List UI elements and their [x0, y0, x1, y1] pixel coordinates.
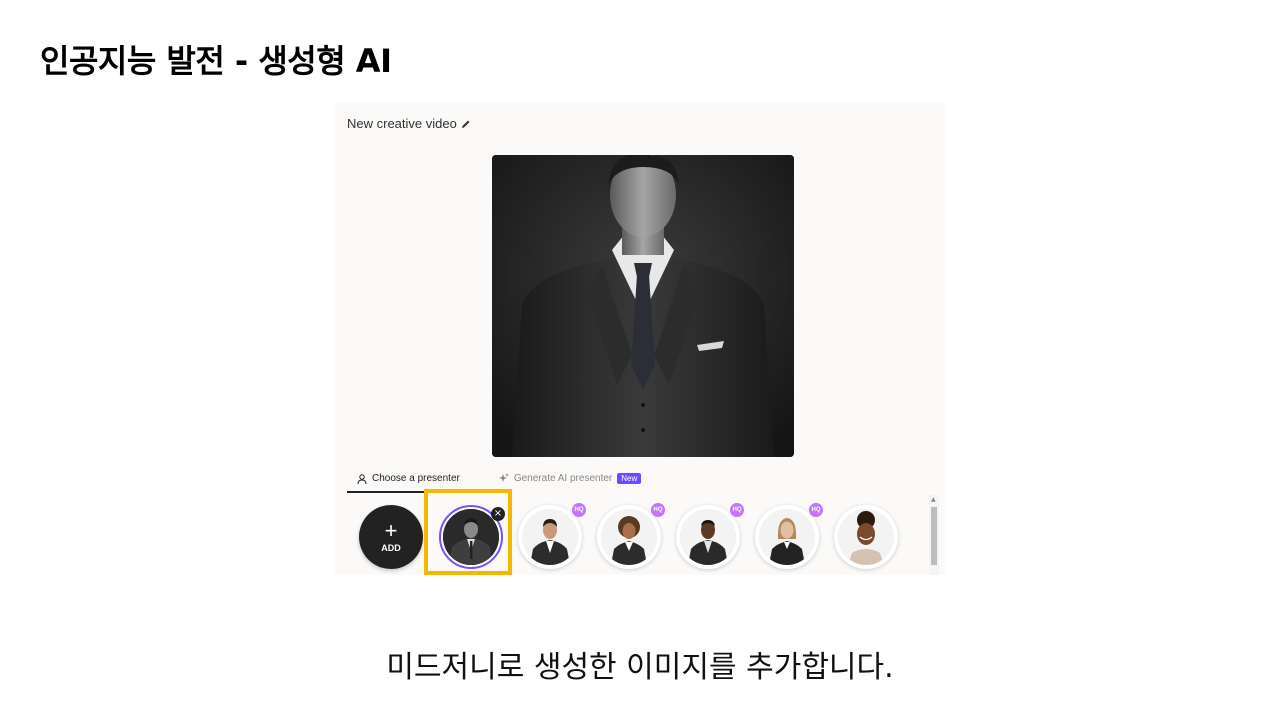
- avatar-image: [443, 509, 499, 565]
- remove-presenter-close-icon[interactable]: ×: [491, 507, 505, 521]
- presenter-tabs: Choose a presenter Generate AI presenter…: [347, 471, 642, 495]
- scrollbar[interactable]: ▲: [929, 495, 939, 575]
- tab-label: Choose a presenter: [372, 473, 460, 484]
- hq-badge: HQ: [809, 503, 823, 517]
- presenter-avatar[interactable]: HQ: [518, 503, 586, 569]
- hq-badge: HQ: [730, 503, 744, 517]
- slide-caption: 미드저니로 생성한 이미지를 추가합니다.: [386, 650, 894, 685]
- avatar-image: [601, 509, 657, 565]
- presenter-avatar[interactable]: [834, 505, 898, 569]
- plus-icon: +: [384, 517, 398, 543]
- sparkle-icon: [498, 473, 509, 482]
- presenter-avatar[interactable]: HQ: [755, 503, 823, 569]
- scroll-up-arrow-icon[interactable]: ▲: [931, 496, 936, 503]
- tab-label: Generate AI presenter: [513, 473, 613, 484]
- add-presenter-button[interactable]: + ADD: [359, 505, 423, 569]
- avatar-image: [838, 509, 894, 565]
- video-title[interactable]: New creative video: [347, 116, 471, 131]
- presenter-avatar-selected[interactable]: ×: [439, 505, 505, 569]
- new-badge: New: [617, 473, 642, 484]
- user-icon: [357, 473, 367, 484]
- scroll-thumb[interactable]: [931, 507, 937, 565]
- presenter-avatar[interactable]: HQ: [597, 503, 665, 569]
- add-label: ADD: [381, 542, 401, 553]
- avatar-image: [522, 509, 578, 565]
- tab-generate-ai-presenter[interactable]: Generate AI presenter New: [488, 471, 642, 491]
- video-title-text: New creative video: [347, 116, 457, 131]
- tab-choose-presenter[interactable]: Choose a presenter: [347, 471, 468, 493]
- presenter-preview-image: [492, 155, 794, 457]
- pencil-icon[interactable]: [461, 119, 471, 129]
- hq-badge: HQ: [651, 503, 665, 517]
- avatar-image: [680, 509, 736, 565]
- presenter-avatar[interactable]: HQ: [676, 503, 744, 569]
- slide-title: 인공지능 발전 - 생성형 AI: [40, 42, 392, 80]
- avatar-image: [759, 509, 815, 565]
- hq-badge: HQ: [572, 503, 586, 517]
- app-window: New creative video Choose a presenter Ge…: [335, 103, 945, 575]
- presenter-list: + ADD × HQ HQ HQ HQ: [335, 495, 930, 575]
